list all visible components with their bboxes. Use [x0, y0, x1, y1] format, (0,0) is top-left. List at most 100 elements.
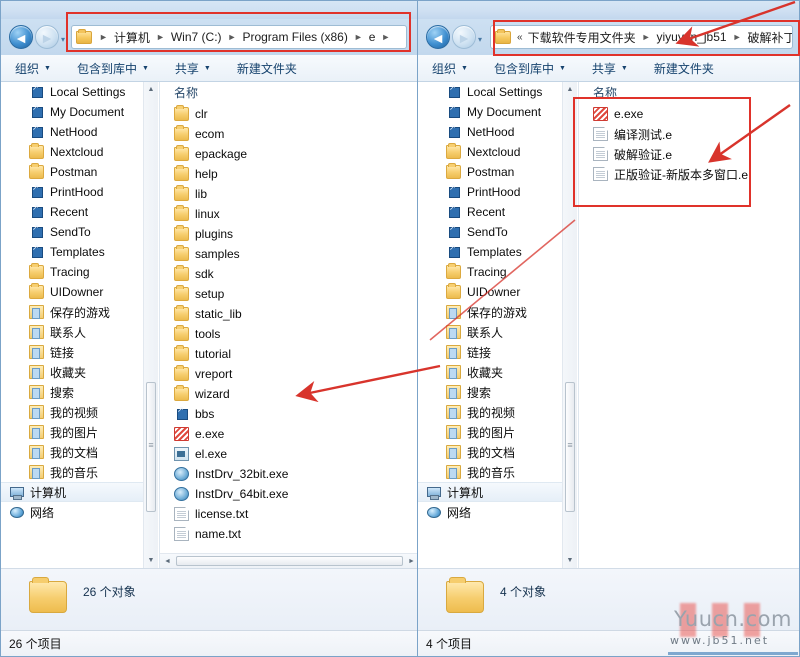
- tree-item[interactable]: PrintHood: [418, 182, 570, 202]
- tree-item[interactable]: 收藏夹: [418, 362, 570, 382]
- tree-item[interactable]: Tracing: [418, 262, 570, 282]
- tree-item[interactable]: SendTo: [1, 222, 151, 242]
- tree-item[interactable]: 收藏夹: [1, 362, 151, 382]
- recent-locations-chevron-down-icon[interactable]: ▾: [478, 35, 482, 44]
- file-list-item[interactable]: lib: [160, 184, 419, 204]
- tree-item[interactable]: 链接: [418, 342, 570, 362]
- sys-folder-icon: [446, 385, 461, 399]
- tree-item[interactable]: 我的图片: [1, 422, 151, 442]
- tree-item[interactable]: Nextcloud: [1, 142, 151, 162]
- folder-tree-roots-right[interactable]: 计算机 网络: [418, 482, 570, 522]
- tree-item[interactable]: 我的图片: [418, 422, 570, 442]
- back-button[interactable]: ◄: [9, 25, 33, 49]
- tree-item[interactable]: 我的文档: [1, 442, 151, 462]
- file-list-item[interactable]: epackage: [160, 144, 419, 164]
- file-list-item[interactable]: e.exe: [160, 424, 419, 444]
- tree-item[interactable]: 搜索: [418, 382, 570, 402]
- toolbar-new-folder-button[interactable]: 新建文件夹: [654, 60, 714, 77]
- file-list-pane-left[interactable]: 名称 clr ecom epackage help lib linux plugins sam…: [160, 82, 419, 568]
- file-list-item[interactable]: setup: [160, 284, 419, 304]
- recent-locations-chevron-down-icon[interactable]: ▾: [61, 35, 65, 44]
- tree-item[interactable]: 保存的游戏: [1, 302, 151, 322]
- file-list-left[interactable]: clr ecom epackage help lib linux plugins sample…: [160, 104, 419, 544]
- scroll-left-arrow-icon[interactable]: ◄: [160, 554, 175, 568]
- file-list-item[interactable]: samples: [160, 244, 419, 264]
- tree-item[interactable]: Recent: [418, 202, 570, 222]
- column-header-name-left[interactable]: 名称: [160, 82, 419, 104]
- nav-pane-scrollbar-left[interactable]: ▲ ▼: [143, 82, 158, 568]
- tree-item[interactable]: 我的音乐: [418, 462, 570, 482]
- tree-item[interactable]: Templates: [418, 242, 570, 262]
- tree-item[interactable]: My Document: [1, 102, 151, 122]
- folder-tree-right[interactable]: Local Settings My Document NetHood Nextclou…: [418, 82, 570, 482]
- toolbar-share-button[interactable]: 共享 ▼: [592, 60, 628, 77]
- tree-item[interactable]: 链接: [1, 342, 151, 362]
- file-list-item[interactable]: InstDrv_32bit.exe: [160, 464, 419, 484]
- file-list-item[interactable]: linux: [160, 204, 419, 224]
- tree-item[interactable]: Recent: [1, 202, 151, 222]
- tree-root-item[interactable]: 计算机: [418, 482, 570, 502]
- file-list-item[interactable]: sdk: [160, 264, 419, 284]
- toolbar-organize-button[interactable]: 组织 ▼: [432, 60, 468, 77]
- toolbar-new-folder-button[interactable]: 新建文件夹: [237, 60, 297, 77]
- scroll-up-arrow-icon[interactable]: ▲: [144, 82, 158, 97]
- tree-item[interactable]: 联系人: [418, 322, 570, 342]
- folder-tree-roots-left[interactable]: 计算机 网络: [1, 482, 151, 522]
- tree-item[interactable]: NetHood: [1, 122, 151, 142]
- tree-item[interactable]: Postman: [1, 162, 151, 182]
- tree-item[interactable]: 我的视频: [1, 402, 151, 422]
- tree-item[interactable]: 我的视频: [418, 402, 570, 422]
- toolbar-organize-button[interactable]: 组织 ▼: [15, 60, 51, 77]
- scroll-up-arrow-icon[interactable]: ▲: [563, 82, 577, 97]
- scroll-down-arrow-icon[interactable]: ▼: [144, 553, 158, 568]
- toolbar-include-in-library-button[interactable]: 包含到库中 ▼: [494, 60, 566, 77]
- file-list-item[interactable]: static_lib: [160, 304, 419, 324]
- back-button[interactable]: ◄: [426, 25, 450, 49]
- tree-item[interactable]: Postman: [418, 162, 570, 182]
- tree-item[interactable]: SendTo: [418, 222, 570, 242]
- folder-tree-left[interactable]: Local Settings My Document NetHood Nextclou…: [1, 82, 151, 482]
- file-list-item[interactable]: el.exe: [160, 444, 419, 464]
- file-list-item[interactable]: tools: [160, 324, 419, 344]
- file-list-item[interactable]: vreport: [160, 364, 419, 384]
- navigation-pane-left[interactable]: Local Settings My Document NetHood Nextclou…: [1, 82, 151, 568]
- tree-item[interactable]: Tracing: [1, 262, 151, 282]
- toolbar-share-button[interactable]: 共享 ▼: [175, 60, 211, 77]
- file-list-item[interactable]: bbs: [160, 404, 419, 424]
- scroll-down-arrow-icon[interactable]: ▼: [563, 553, 577, 568]
- tree-item[interactable]: 我的文档: [418, 442, 570, 462]
- tree-item[interactable]: Local Settings: [1, 82, 151, 102]
- tree-item[interactable]: 保存的游戏: [418, 302, 570, 322]
- toolbar-include-in-library-button[interactable]: 包含到库中 ▼: [77, 60, 149, 77]
- hscrollbar-thumb[interactable]: [176, 556, 403, 566]
- tree-item[interactable]: NetHood: [418, 122, 570, 142]
- tree-item[interactable]: My Document: [418, 102, 570, 122]
- file-list-item[interactable]: name.txt: [160, 524, 419, 544]
- scrollbar-thumb[interactable]: [565, 382, 575, 512]
- file-list-item[interactable]: license.txt: [160, 504, 419, 524]
- forward-button[interactable]: ►: [452, 25, 476, 49]
- tree-root-item[interactable]: 计算机: [1, 482, 151, 502]
- tree-item[interactable]: Nextcloud: [418, 142, 570, 162]
- file-list-item[interactable]: plugins: [160, 224, 419, 244]
- file-list-hscrollbar-left[interactable]: ◄ ►: [160, 553, 419, 568]
- file-list-item[interactable]: ecom: [160, 124, 419, 144]
- navigation-pane-right[interactable]: Local Settings My Document NetHood Nextclou…: [418, 82, 570, 568]
- file-list-item[interactable]: InstDrv_64bit.exe: [160, 484, 419, 504]
- tree-item[interactable]: UIDowner: [1, 282, 151, 302]
- tree-item[interactable]: UIDowner: [418, 282, 570, 302]
- file-list-item[interactable]: help: [160, 164, 419, 184]
- file-list-item[interactable]: wizard: [160, 384, 419, 404]
- tree-root-item[interactable]: 网络: [1, 502, 151, 522]
- file-list-item[interactable]: clr: [160, 104, 419, 124]
- scrollbar-thumb[interactable]: [146, 382, 156, 512]
- tree-item[interactable]: 搜索: [1, 382, 151, 402]
- tree-item[interactable]: 联系人: [1, 322, 151, 342]
- tree-item[interactable]: 我的音乐: [1, 462, 151, 482]
- file-list-item[interactable]: tutorial: [160, 344, 419, 364]
- forward-button[interactable]: ►: [35, 25, 59, 49]
- tree-root-item[interactable]: 网络: [418, 502, 570, 522]
- tree-item[interactable]: Local Settings: [418, 82, 570, 102]
- tree-item[interactable]: PrintHood: [1, 182, 151, 202]
- tree-item[interactable]: Templates: [1, 242, 151, 262]
